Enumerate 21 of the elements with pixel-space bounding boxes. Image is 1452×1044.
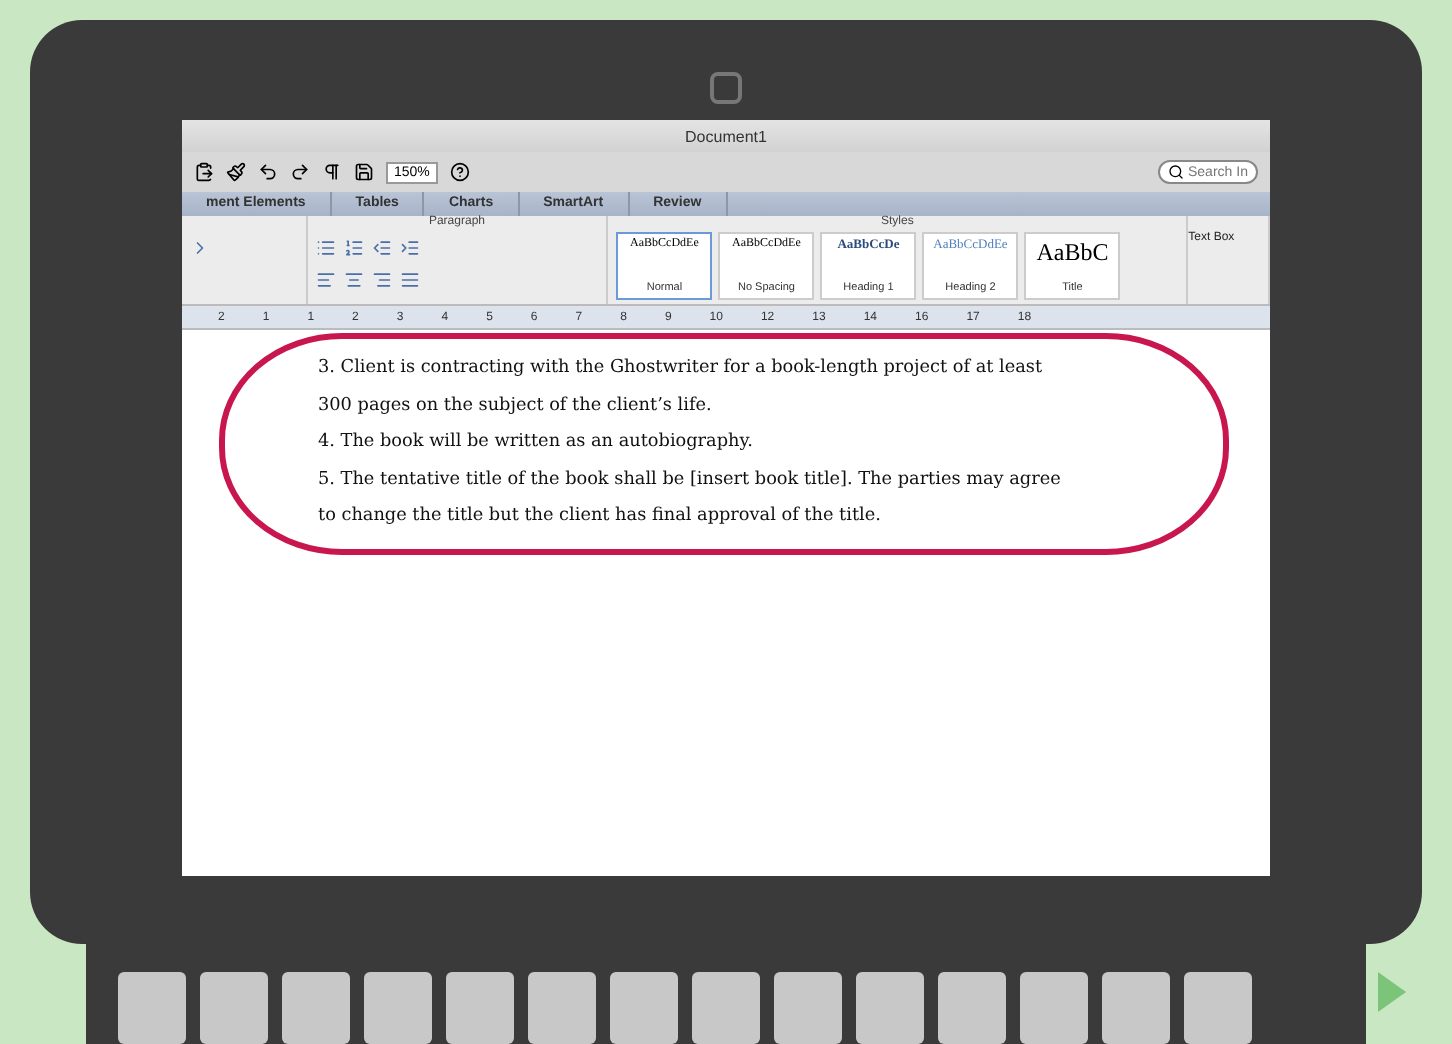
justify-icon[interactable] (399, 270, 420, 290)
indent-icon[interactable] (399, 238, 420, 258)
numbering-icon[interactable] (343, 238, 364, 258)
help-icon[interactable] (449, 162, 470, 182)
undo-icon[interactable] (258, 162, 278, 182)
outdent-icon[interactable] (371, 238, 392, 258)
paintbrush-icon[interactable] (226, 162, 246, 182)
paste-icon[interactable] (194, 162, 214, 182)
document-paragraph: 4. The book will be written as an autobiography. (318, 430, 755, 456)
document-paragraph: 5. The tentative title of the book shall be [insert book title]. The parties may agree to change the title but the client has final approval of the title. (318, 467, 1062, 530)
redo-icon[interactable] (290, 162, 310, 182)
align-left-icon[interactable] (315, 270, 336, 290)
arrow-icon (1378, 972, 1406, 1012)
window-title: Document1 (685, 127, 767, 145)
align-center-icon[interactable] (343, 270, 364, 290)
save-icon[interactable] (354, 162, 374, 182)
align-right-icon[interactable] (371, 270, 392, 290)
document-paragraph: 3. Client is contracting with the Ghostwriter for a book-length project of at least 300 pages on the subject of the client’s life. (318, 356, 1045, 419)
camera-icon (710, 72, 742, 104)
pilcrow-icon[interactable] (322, 162, 342, 182)
search-icon[interactable] (1168, 164, 1184, 180)
